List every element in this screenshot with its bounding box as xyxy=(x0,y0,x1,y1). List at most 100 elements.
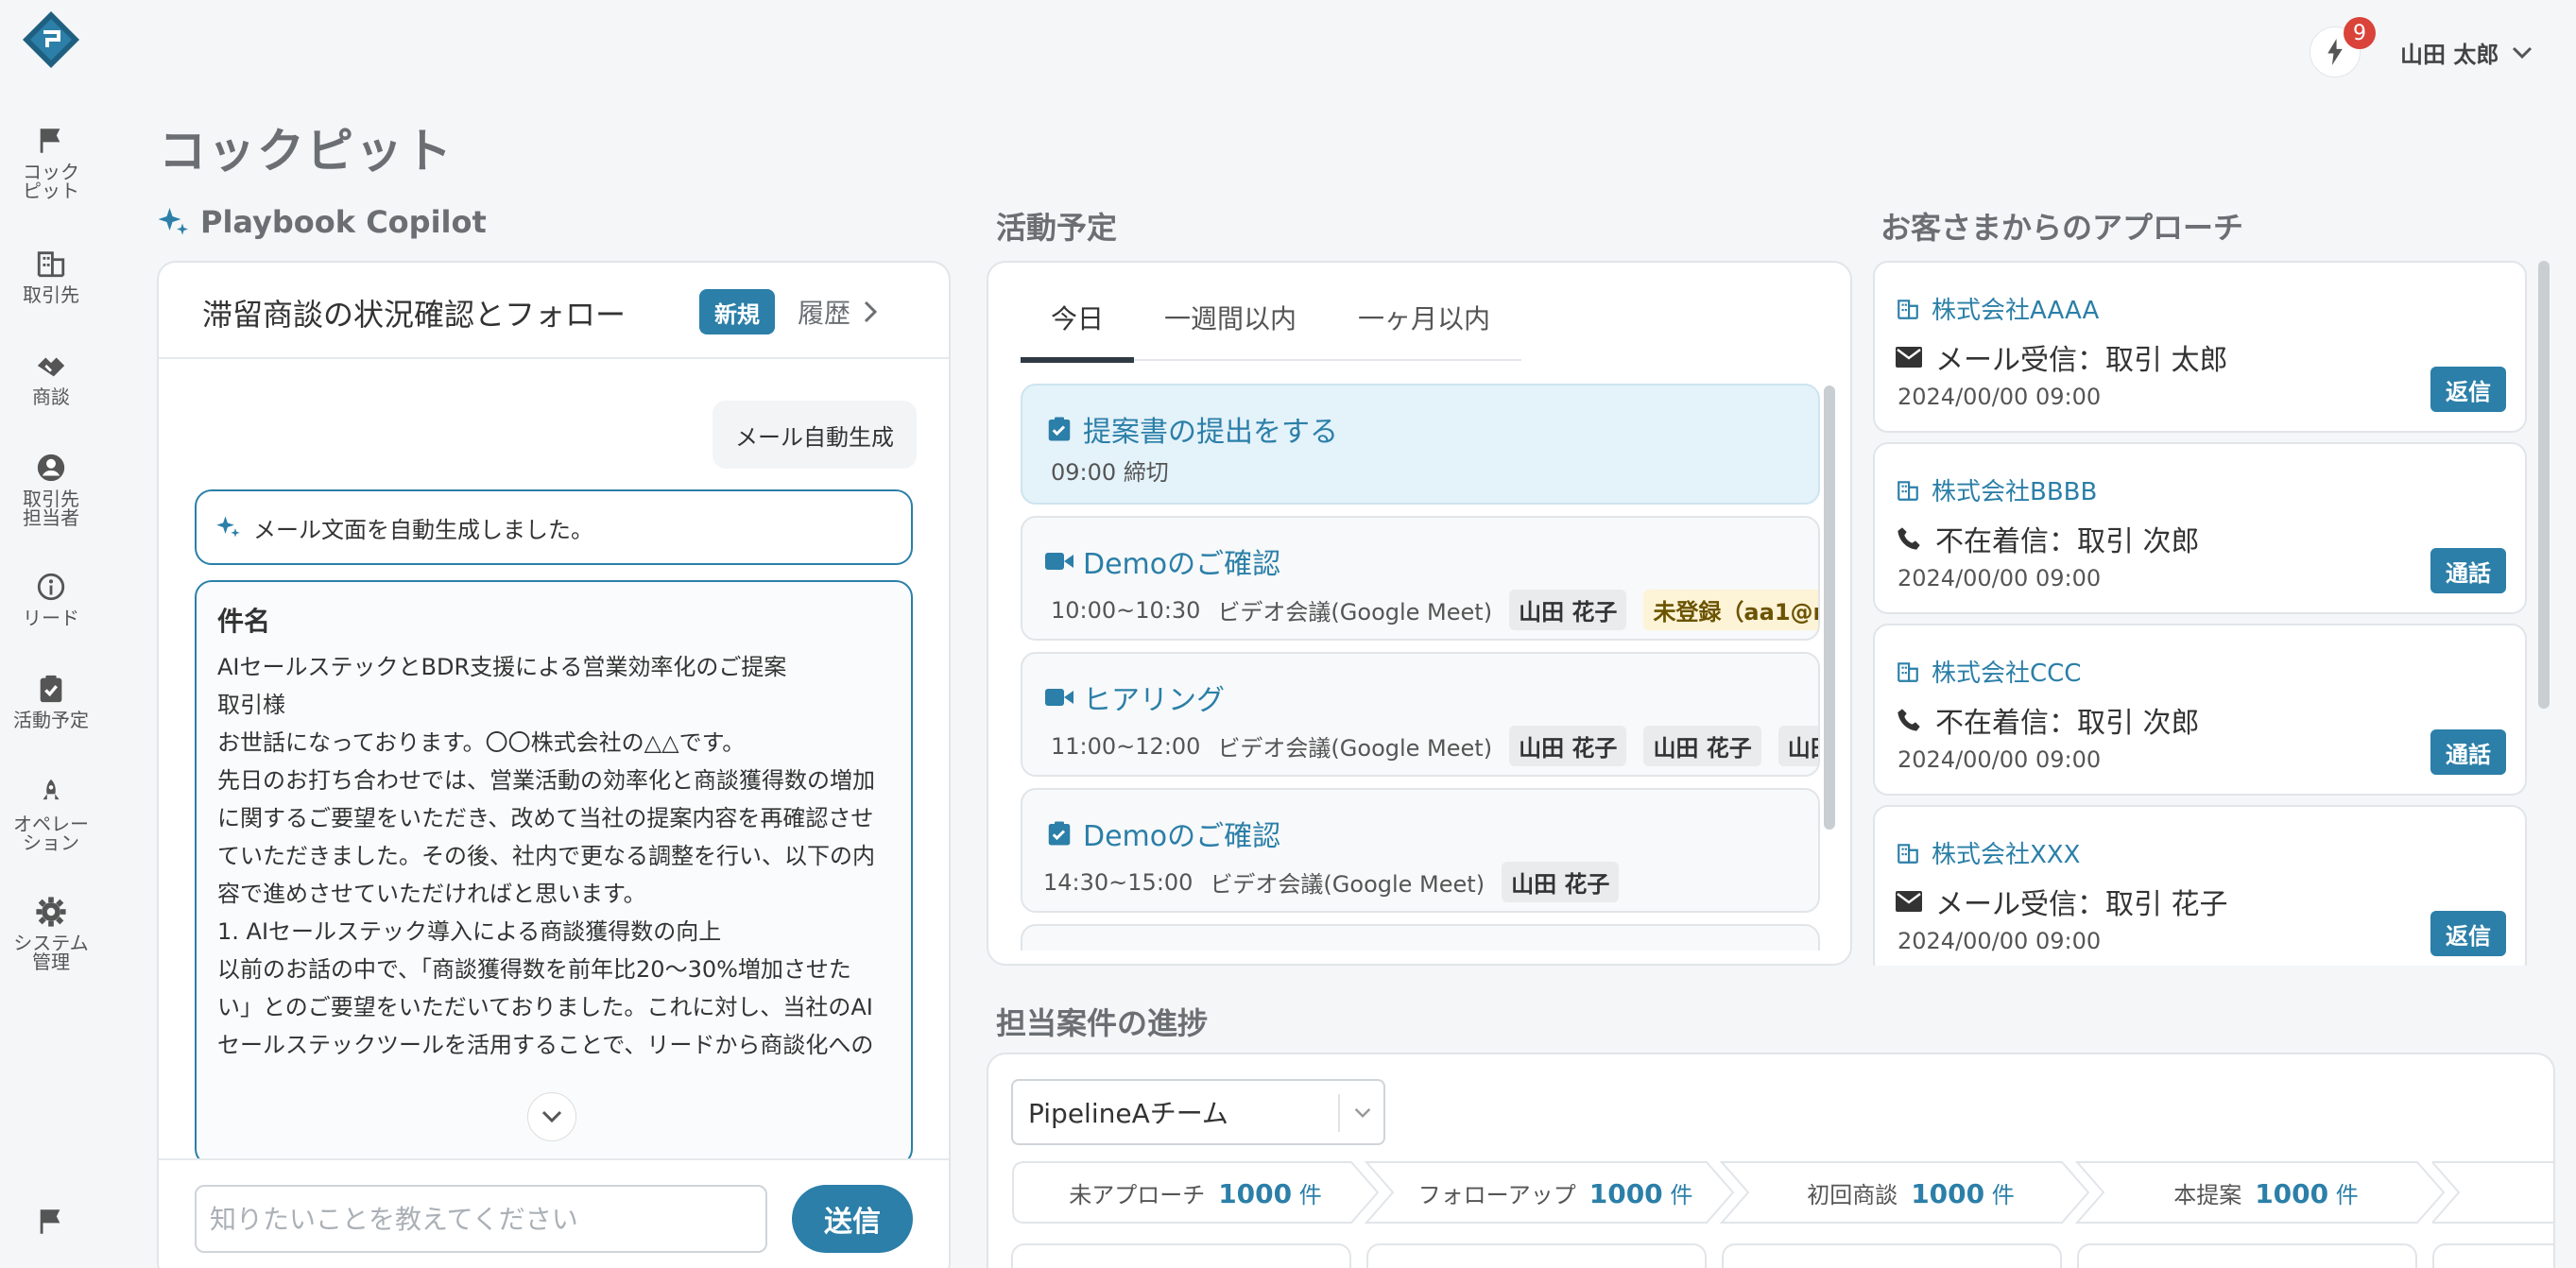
ai-response-note: メール文面を自動生成しました。 xyxy=(195,489,913,565)
approach-company[interactable]: 株式会社AAAA xyxy=(1896,291,2099,326)
stage-count: 1000 xyxy=(2255,1177,2329,1209)
sparkle-icon xyxy=(216,516,240,538)
event-title: ヒアリング xyxy=(1045,677,1225,718)
sidebar-item-deals[interactable]: 商談 xyxy=(0,350,102,406)
stage-followup[interactable]: フォローアップ 1000 件 xyxy=(1385,1160,1726,1225)
sidebar-item-label: リード xyxy=(23,607,79,629)
event-title-text: 提案書の提出をする xyxy=(1083,416,1338,449)
attendee-tag: 山田 花子 xyxy=(1643,726,1761,766)
gear-icon xyxy=(36,897,66,927)
approach-date: 2024/00/00 09:00 xyxy=(1898,746,2102,773)
stage-unapproached[interactable]: 未アプローチ 1000 件 xyxy=(1021,1160,1370,1225)
building-icon xyxy=(1898,480,1918,501)
schedule-event[interactable]: ヒアリング 11:00~12:00 ビデオ会議(Google Meet) 山田 … xyxy=(1021,652,1820,777)
sidebar-item-leads[interactable]: リード xyxy=(0,571,102,627)
approach-date: 2024/00/00 09:00 xyxy=(1898,928,2102,954)
schedule-event[interactable]: Demoのご確認 10:00~10:30 ビデオ会議(Google Meet) … xyxy=(1021,516,1820,641)
history-link[interactable]: 履歴 xyxy=(798,293,878,331)
company-name: 株式会社BBBB xyxy=(1932,478,2098,506)
reply-button[interactable]: 返信 xyxy=(2430,367,2506,412)
progress-column-card[interactable] xyxy=(1011,1243,1351,1268)
schedule-event[interactable]: Demoのご確認 14:30~15:00 ビデオ会議(Google Meet) … xyxy=(1021,788,1820,913)
stage-label: 未アプローチ xyxy=(1069,1181,1206,1208)
schedule-event-partial[interactable] xyxy=(1021,924,1820,951)
reply-button[interactable]: 返信 xyxy=(2430,911,2506,956)
approach-scrollbar[interactable] xyxy=(2538,261,2550,709)
user-message-bubble: メール自動生成 xyxy=(713,401,917,469)
schedule-scrollbar[interactable] xyxy=(1824,386,1835,830)
tab-within-week[interactable]: 一週間以内 xyxy=(1134,299,1327,359)
sidebar-item-cockpit[interactable]: コック ピット xyxy=(0,125,102,200)
pipeline-stages: 未アプローチ 1000 件 フォローアップ 1000 件 初回商談 1000 件… xyxy=(1011,1160,2553,1226)
stage-label: フォローアップ xyxy=(1417,1181,1576,1208)
progress-column-card[interactable] xyxy=(2077,1243,2417,1268)
company-name: 株式会社XXX xyxy=(1932,841,2081,869)
stage-unit: 件 xyxy=(1298,1181,1322,1208)
copilot-question-input[interactable] xyxy=(195,1185,767,1253)
approach-card[interactable]: 株式会社BBBB 不在着信：取引 次郎 2024/00/00 09:00 通話 xyxy=(1873,442,2527,614)
approach-list: 株式会社AAAA メール受信：取引 太郎 2024/00/00 09:00 返信… xyxy=(1873,261,2527,966)
scroll-down-button[interactable] xyxy=(527,1092,576,1141)
stage-count: 1000 xyxy=(1218,1177,1293,1209)
user-menu[interactable]: 山田 太郎 xyxy=(2400,36,2533,69)
progress-column-card[interactable] xyxy=(2432,1243,2553,1268)
mail-line: 容で進めさせていただければと思います。 xyxy=(217,881,646,907)
sidebar-item-operations[interactable]: オペレー ション xyxy=(0,777,102,852)
stage-first-meeting[interactable]: 初回商談 1000 件 xyxy=(1741,1160,2081,1225)
rocket-icon xyxy=(43,779,60,800)
chevron-down-icon xyxy=(1349,1094,1376,1132)
approach-company[interactable]: 株式会社BBBB xyxy=(1896,472,2097,507)
attendee-tag: 山田 花子 xyxy=(1777,726,1818,766)
copilot-section-label: Playbook Copilot xyxy=(200,204,487,240)
stage-unit: 件 xyxy=(2335,1181,2359,1208)
app-logo[interactable] xyxy=(21,9,81,70)
company-name: 株式会社CCC xyxy=(1932,660,2082,688)
progress-column-card[interactable] xyxy=(1722,1243,2062,1268)
sidebar-item-label: 商談 xyxy=(32,386,70,408)
phone-icon xyxy=(1898,709,1920,731)
sidebar-item-contacts[interactable]: 取引先 担当者 xyxy=(0,452,102,527)
approach-company[interactable]: 株式会社CCC xyxy=(1896,654,2081,689)
new-thread-button[interactable]: 新規 xyxy=(699,289,775,334)
tab-today[interactable]: 今日 xyxy=(1021,299,1134,363)
action-text: メール受信：取引 花子 xyxy=(1935,888,2228,921)
approach-card[interactable]: 株式会社XXX メール受信：取引 花子 2024/00/00 09:00 返信 xyxy=(1873,805,2527,966)
attendee-tag: 山田 花子 xyxy=(1509,726,1627,766)
copilot-panel: 滞留商談の状況確認とフォロー 新規 履歴 メール自動生成 メール文面を自動生成し… xyxy=(157,261,951,1268)
company-name: 株式会社AAAA xyxy=(1932,297,2100,325)
stage-proposal[interactable]: 本提案 1000 件 xyxy=(2096,1160,2436,1225)
sidebar-bottom-flag[interactable] xyxy=(0,1206,102,1243)
team-select[interactable]: PipelineAチーム xyxy=(1011,1079,1385,1145)
call-button[interactable]: 通話 xyxy=(2430,729,2506,775)
sidebar-item-system-admin[interactable]: システム 管理 xyxy=(0,896,102,971)
copilot-thread-title: 滞留商談の状況確認とフォロー xyxy=(202,297,627,333)
sidebar-item-accounts[interactable]: 取引先 xyxy=(0,248,102,304)
mail-subject-heading: 件名 xyxy=(217,606,271,637)
tab-within-month[interactable]: 一ヶ月以内 xyxy=(1327,299,1521,359)
event-time: 10:00~10:30 xyxy=(1051,596,1201,624)
sidebar-item-label: オペレー ション xyxy=(13,813,89,854)
chevron-right-icon xyxy=(864,300,878,323)
sidebar-item-activities[interactable]: 活動予定 xyxy=(0,673,102,729)
mail-icon xyxy=(1896,347,1922,368)
select-divider xyxy=(1338,1094,1340,1132)
mail-line: セールステックツールを活用することで、リードから商談化への xyxy=(217,1032,874,1058)
stage-label: 初回商談 xyxy=(1807,1181,1898,1208)
approach-card[interactable]: 株式会社CCC 不在着信：取引 次郎 2024/00/00 09:00 通話 xyxy=(1873,624,2527,796)
approach-company[interactable]: 株式会社XXX xyxy=(1896,835,2080,870)
approach-card[interactable]: 株式会社AAAA メール受信：取引 太郎 2024/00/00 09:00 返信 xyxy=(1873,261,2527,433)
user-name: 山田 太郎 xyxy=(2400,42,2499,68)
event-meta: 14:30~15:00 ビデオ会議(Google Meet) 山田 花子 xyxy=(1043,862,1620,902)
progress-column-card[interactable] xyxy=(1366,1243,1707,1268)
schedule-event[interactable]: 提案書の提出をする 09:00 締切 xyxy=(1021,384,1820,505)
flag-icon xyxy=(40,1209,60,1234)
generated-mail[interactable]: 件名 AIセールステックとBDR支援による営業効率化のご提案 取引様 お世話にな… xyxy=(195,580,913,1166)
call-button[interactable]: 通話 xyxy=(2430,548,2506,593)
send-button[interactable]: 送信 xyxy=(792,1185,913,1253)
phone-icon xyxy=(1898,527,1920,550)
approach-action: メール受信：取引 太郎 xyxy=(1896,336,2228,378)
approach-action: 不在着信：取引 次郎 xyxy=(1896,518,2200,559)
lightning-icon xyxy=(2327,39,2343,65)
video-icon xyxy=(1045,553,1073,570)
history-label: 履歴 xyxy=(798,298,851,329)
